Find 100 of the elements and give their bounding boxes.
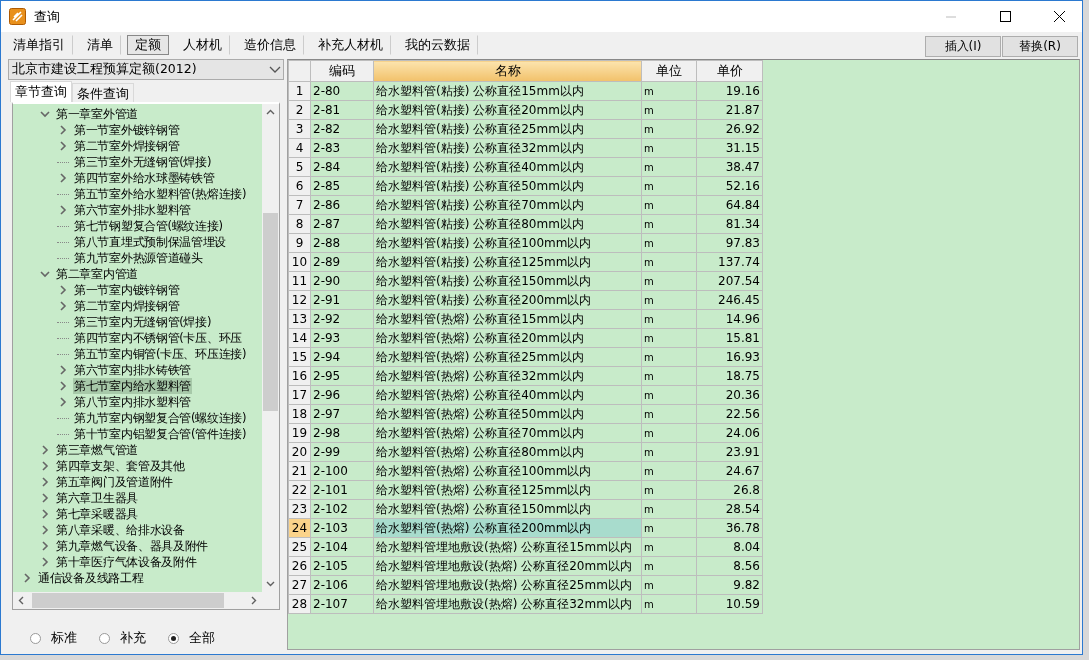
tab[interactable]: 条件查询	[72, 83, 134, 102]
radio-button[interactable]	[99, 633, 110, 644]
table-cell: 2-107	[310, 594, 374, 614]
column-header[interactable]: 名称	[373, 60, 642, 82]
table-cell: 2-106	[310, 575, 374, 595]
tree-item[interactable]: 第五节室内铜管(卡压、环压连接)	[73, 346, 248, 362]
column-header[interactable]: 编码	[310, 60, 374, 82]
tree-item[interactable]: 第四章支架、套管及其他	[55, 458, 186, 474]
chevron-right-icon[interactable]	[57, 140, 69, 152]
table-cell: 给水塑料管(热熔) 公称直径50mm以内	[373, 404, 642, 424]
tree-item[interactable]: 第一节室内镀锌钢管	[73, 282, 181, 298]
chevron-right-icon[interactable]	[39, 476, 51, 488]
chevron-right-icon[interactable]	[57, 380, 69, 392]
tree-item[interactable]: 第九节室内钢塑复合管(螺纹连接)	[73, 410, 248, 426]
chevron-down-icon[interactable]	[39, 268, 51, 280]
chevron-right-icon[interactable]	[39, 508, 51, 520]
chevron-right-icon[interactable]	[57, 204, 69, 216]
tab[interactable]: 定额	[127, 35, 169, 55]
tab[interactable]: 补充人材机	[310, 35, 391, 55]
replace-button[interactable]: 替换(R)	[1002, 36, 1078, 57]
table-cell: 2-96	[310, 385, 374, 405]
tree-item[interactable]: 第十节室内铝塑复合管(管件连接)	[73, 426, 248, 442]
tab[interactable]: 人材机	[175, 35, 230, 55]
chevron-right-icon[interactable]	[39, 460, 51, 472]
table-cell: 9.82	[696, 575, 763, 595]
tree-item[interactable]: 第十章医疗气体设备及附件	[55, 554, 198, 570]
table-cell: m	[641, 309, 697, 329]
horizontal-scrollbar[interactable]	[13, 592, 262, 609]
tree-item[interactable]: 第二节室外焊接钢管	[73, 138, 181, 154]
insert-button[interactable]: 插入(I)	[925, 36, 1001, 57]
chevron-right-icon[interactable]	[39, 524, 51, 536]
tree-item[interactable]: 第二章室内管道	[55, 266, 139, 282]
column-header[interactable]: 单位	[641, 60, 697, 82]
table-cell: m	[641, 499, 697, 519]
radio-option[interactable]: 标准	[30, 630, 77, 647]
tab[interactable]: 清单指引	[5, 35, 73, 55]
tree-item[interactable]: 第二节室内焊接钢管	[73, 298, 181, 314]
tab[interactable]: 造价信息	[236, 35, 304, 55]
tab[interactable]: 我的云数据	[397, 35, 478, 55]
quota-dropdown[interactable]: 北京市建设工程预算定额(2012)	[8, 59, 284, 80]
table-cell: 给水塑料管(粘接) 公称直径40mm以内	[373, 157, 642, 177]
chevron-right-icon[interactable]	[57, 396, 69, 408]
chevron-right-icon[interactable]	[39, 492, 51, 504]
chevron-right-icon[interactable]	[57, 300, 69, 312]
table-cell: m	[641, 214, 697, 234]
table-cell: 给水塑料管(热熔) 公称直径100mm以内	[373, 461, 642, 481]
scroll-up-icon[interactable]	[266, 108, 275, 117]
tree-item[interactable]: 第三节室外无缝钢管(焊接)	[73, 154, 213, 170]
tree-item[interactable]: 第七章采暖器具	[55, 506, 139, 522]
tree-item[interactable]: 第七节室内给水塑料管	[73, 378, 192, 394]
tree-item[interactable]: 第四节室外给水球墨铸铁管	[73, 170, 216, 186]
chevron-right-icon[interactable]	[57, 284, 69, 296]
table-cell: 2-104	[310, 537, 374, 557]
tree-item[interactable]: 第九章燃气设备、器具及附件	[55, 538, 210, 554]
radio-button[interactable]	[30, 633, 41, 644]
tree-item[interactable]: 第五章阀门及管道附件	[55, 474, 174, 490]
scroll-left-icon[interactable]	[17, 596, 26, 605]
tree-item[interactable]: 第三节室内无缝钢管(焊接)	[73, 314, 213, 330]
tab[interactable]: 清单	[79, 35, 121, 55]
chevron-right-icon[interactable]	[39, 540, 51, 552]
tree-item[interactable]: 第四节室内不锈钢管(卡压、环压	[73, 330, 243, 346]
chevron-right-icon[interactable]	[21, 572, 33, 584]
table-cell: 给水塑料管(粘接) 公称直径32mm以内	[373, 138, 642, 158]
radio-button[interactable]	[168, 633, 179, 644]
tree-item[interactable]: 第五节室外给水塑料管(热熔连接)	[73, 186, 248, 202]
table-cell: 16.93	[696, 347, 763, 367]
scroll-right-icon[interactable]	[249, 596, 258, 605]
column-header[interactable]: 单价	[696, 60, 763, 82]
radio-option[interactable]: 补充	[99, 630, 146, 647]
scroll-down-icon[interactable]	[266, 579, 275, 588]
tree-item[interactable]: 通信设备及线路工程	[37, 570, 145, 586]
tree-item[interactable]: 第八章采暖、给排水设备	[55, 522, 186, 538]
table-cell: 给水塑料管(粘接) 公称直径150mm以内	[373, 271, 642, 291]
tree-item[interactable]: 第一章室外管道	[55, 106, 139, 122]
tree-item[interactable]: 第七节钢塑复合管(螺纹连接)	[73, 218, 224, 234]
tree-item[interactable]: 第六节室内排水铸铁管	[73, 362, 192, 378]
table-cell: 给水塑料管(热熔) 公称直径40mm以内	[373, 385, 642, 405]
table-cell: 2-102	[310, 499, 374, 519]
vertical-scrollbar[interactable]	[262, 104, 279, 592]
table-cell: 2-93	[310, 328, 374, 348]
tree-item[interactable]: 第八节室内排水塑料管	[73, 394, 192, 410]
chevron-right-icon[interactable]	[57, 364, 69, 376]
table-cell: 31.15	[696, 138, 763, 158]
tree-item[interactable]: 第八节直埋式预制保温管埋设	[73, 234, 228, 250]
table-cell: 给水塑料管埋地敷设(热熔) 公称直径32mm以内	[373, 594, 642, 614]
table-cell: m	[641, 252, 697, 272]
chevron-right-icon[interactable]	[57, 124, 69, 136]
chevron-down-icon[interactable]	[39, 108, 51, 120]
table-cell: 14.96	[696, 309, 763, 329]
tree-item[interactable]: 第六章卫生器具	[55, 490, 139, 506]
tree-item[interactable]: 第六节室外排水塑料管	[73, 202, 192, 218]
tree-item[interactable]: 第三章燃气管道	[55, 442, 139, 458]
chevron-right-icon[interactable]	[57, 172, 69, 184]
chevron-right-icon[interactable]	[39, 556, 51, 568]
chevron-right-icon[interactable]	[39, 444, 51, 456]
tree-item[interactable]: 第一节室外镀锌钢管	[73, 122, 181, 138]
tree-item[interactable]: 第九节室外热源管道碰头	[73, 250, 204, 266]
table-cell: m	[641, 575, 697, 595]
radio-option[interactable]: 全部	[168, 630, 215, 647]
tab[interactable]: 章节查询	[10, 81, 72, 102]
